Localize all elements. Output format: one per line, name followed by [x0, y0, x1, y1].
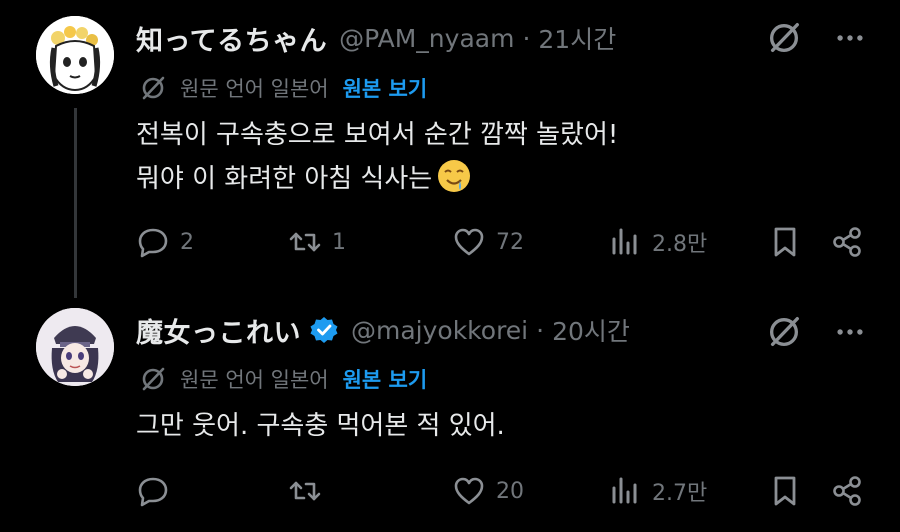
more-icon[interactable] [830, 18, 870, 58]
post-text: 그만 웃어. 구속충 먹어본 적 있어. [136, 404, 505, 448]
reply-icon [138, 228, 168, 258]
heart-icon [454, 228, 484, 256]
post-text-line: 그만 웃어. 구속충 먹어본 적 있어. [136, 411, 505, 441]
translation-label: 원문 언어 일본어 [180, 368, 329, 392]
bookmark-button[interactable] [768, 471, 802, 511]
views-button[interactable]: 2.8만 [608, 222, 707, 262]
verified-badge-icon[interactable] [309, 315, 339, 345]
avatar-illustration-icon [36, 308, 114, 386]
post-header: 知ってるちゃん @PAM_nyaam · 21시간 [136, 18, 616, 58]
like-button[interactable]: 20 [452, 471, 524, 511]
translate-icon [142, 76, 165, 100]
action-bar: 2 1 72 2.8만 [136, 222, 866, 262]
reply-count: 2 [180, 229, 194, 255]
view-count: 2.8만 [652, 232, 708, 257]
like-count: 72 [496, 229, 524, 255]
grok-icon[interactable] [764, 312, 804, 352]
like-count: 20 [496, 478, 524, 504]
handle[interactable]: @PAM_nyaam [339, 24, 514, 53]
reply-button[interactable]: 2 [136, 222, 194, 262]
avatar[interactable] [36, 16, 114, 94]
like-button[interactable]: 72 [452, 222, 524, 262]
post-text: 전복이 구속충으로 보여서 순간 깜짝 놀랐어! 뭐야 이 화려한 아침 식사는 [136, 113, 618, 201]
repost-count: 1 [332, 229, 346, 255]
views-icon [612, 477, 637, 504]
bookmark-icon [774, 476, 796, 506]
views-icon [612, 228, 637, 255]
post-text-line: 뭐야 이 화려한 아침 식사는 [136, 164, 433, 194]
post-1[interactable]: 知ってるちゃん @PAM_nyaam · 21시간 원문 언어 일본어 원본 보… [0, 0, 900, 300]
avatar-illustration-icon [36, 16, 114, 94]
reply-button[interactable] [136, 471, 180, 511]
translation-label: 원문 언어 일본어 [180, 77, 329, 101]
share-button[interactable] [830, 222, 864, 262]
bookmark-button[interactable] [768, 222, 802, 262]
heart-icon [454, 477, 484, 505]
timestamp[interactable]: 21시간 [538, 20, 616, 56]
repost-button[interactable]: 1 [288, 222, 346, 262]
repost-icon [289, 481, 321, 501]
repost-button[interactable] [288, 471, 332, 511]
action-bar: 20 2.7만 [136, 471, 866, 511]
share-icon [833, 476, 861, 506]
timestamp[interactable]: 20시간 [552, 312, 630, 348]
separator: · [536, 315, 545, 345]
bookmark-icon [774, 227, 796, 257]
display-name[interactable]: 知ってるちゃん [136, 19, 327, 58]
display-name[interactable]: 魔女っこれい [136, 311, 301, 350]
share-button[interactable] [830, 471, 864, 511]
handle[interactable]: @majyokkorei [351, 316, 528, 345]
translation-bar: 원문 언어 일본어 원본 보기 [138, 71, 427, 105]
thread-line [74, 108, 77, 298]
repost-icon [289, 232, 321, 252]
share-icon [833, 227, 861, 257]
drooling-face-emoji [438, 160, 471, 192]
views-button[interactable]: 2.7만 [608, 471, 707, 511]
grok-icon[interactable] [764, 18, 804, 58]
separator: · [522, 23, 531, 53]
show-original-link[interactable]: 원본 보기 [343, 364, 428, 394]
view-count: 2.7만 [652, 481, 708, 506]
translate-icon [142, 367, 165, 391]
post-header: 魔女っこれい @majyokkorei · 20시간 [136, 310, 630, 350]
reply-icon [138, 477, 168, 507]
post-text-line: 전복이 구속충으로 보여서 순간 깜짝 놀랐어! [136, 120, 619, 150]
show-original-link[interactable]: 원본 보기 [343, 73, 428, 103]
avatar[interactable] [36, 308, 114, 386]
post-2[interactable]: 魔女っこれい @majyokkorei · 20시간 원문 언어 일본어 원본 … [0, 300, 900, 532]
translation-bar: 원문 언어 일본어 원본 보기 [138, 362, 427, 396]
more-icon[interactable] [830, 312, 870, 352]
